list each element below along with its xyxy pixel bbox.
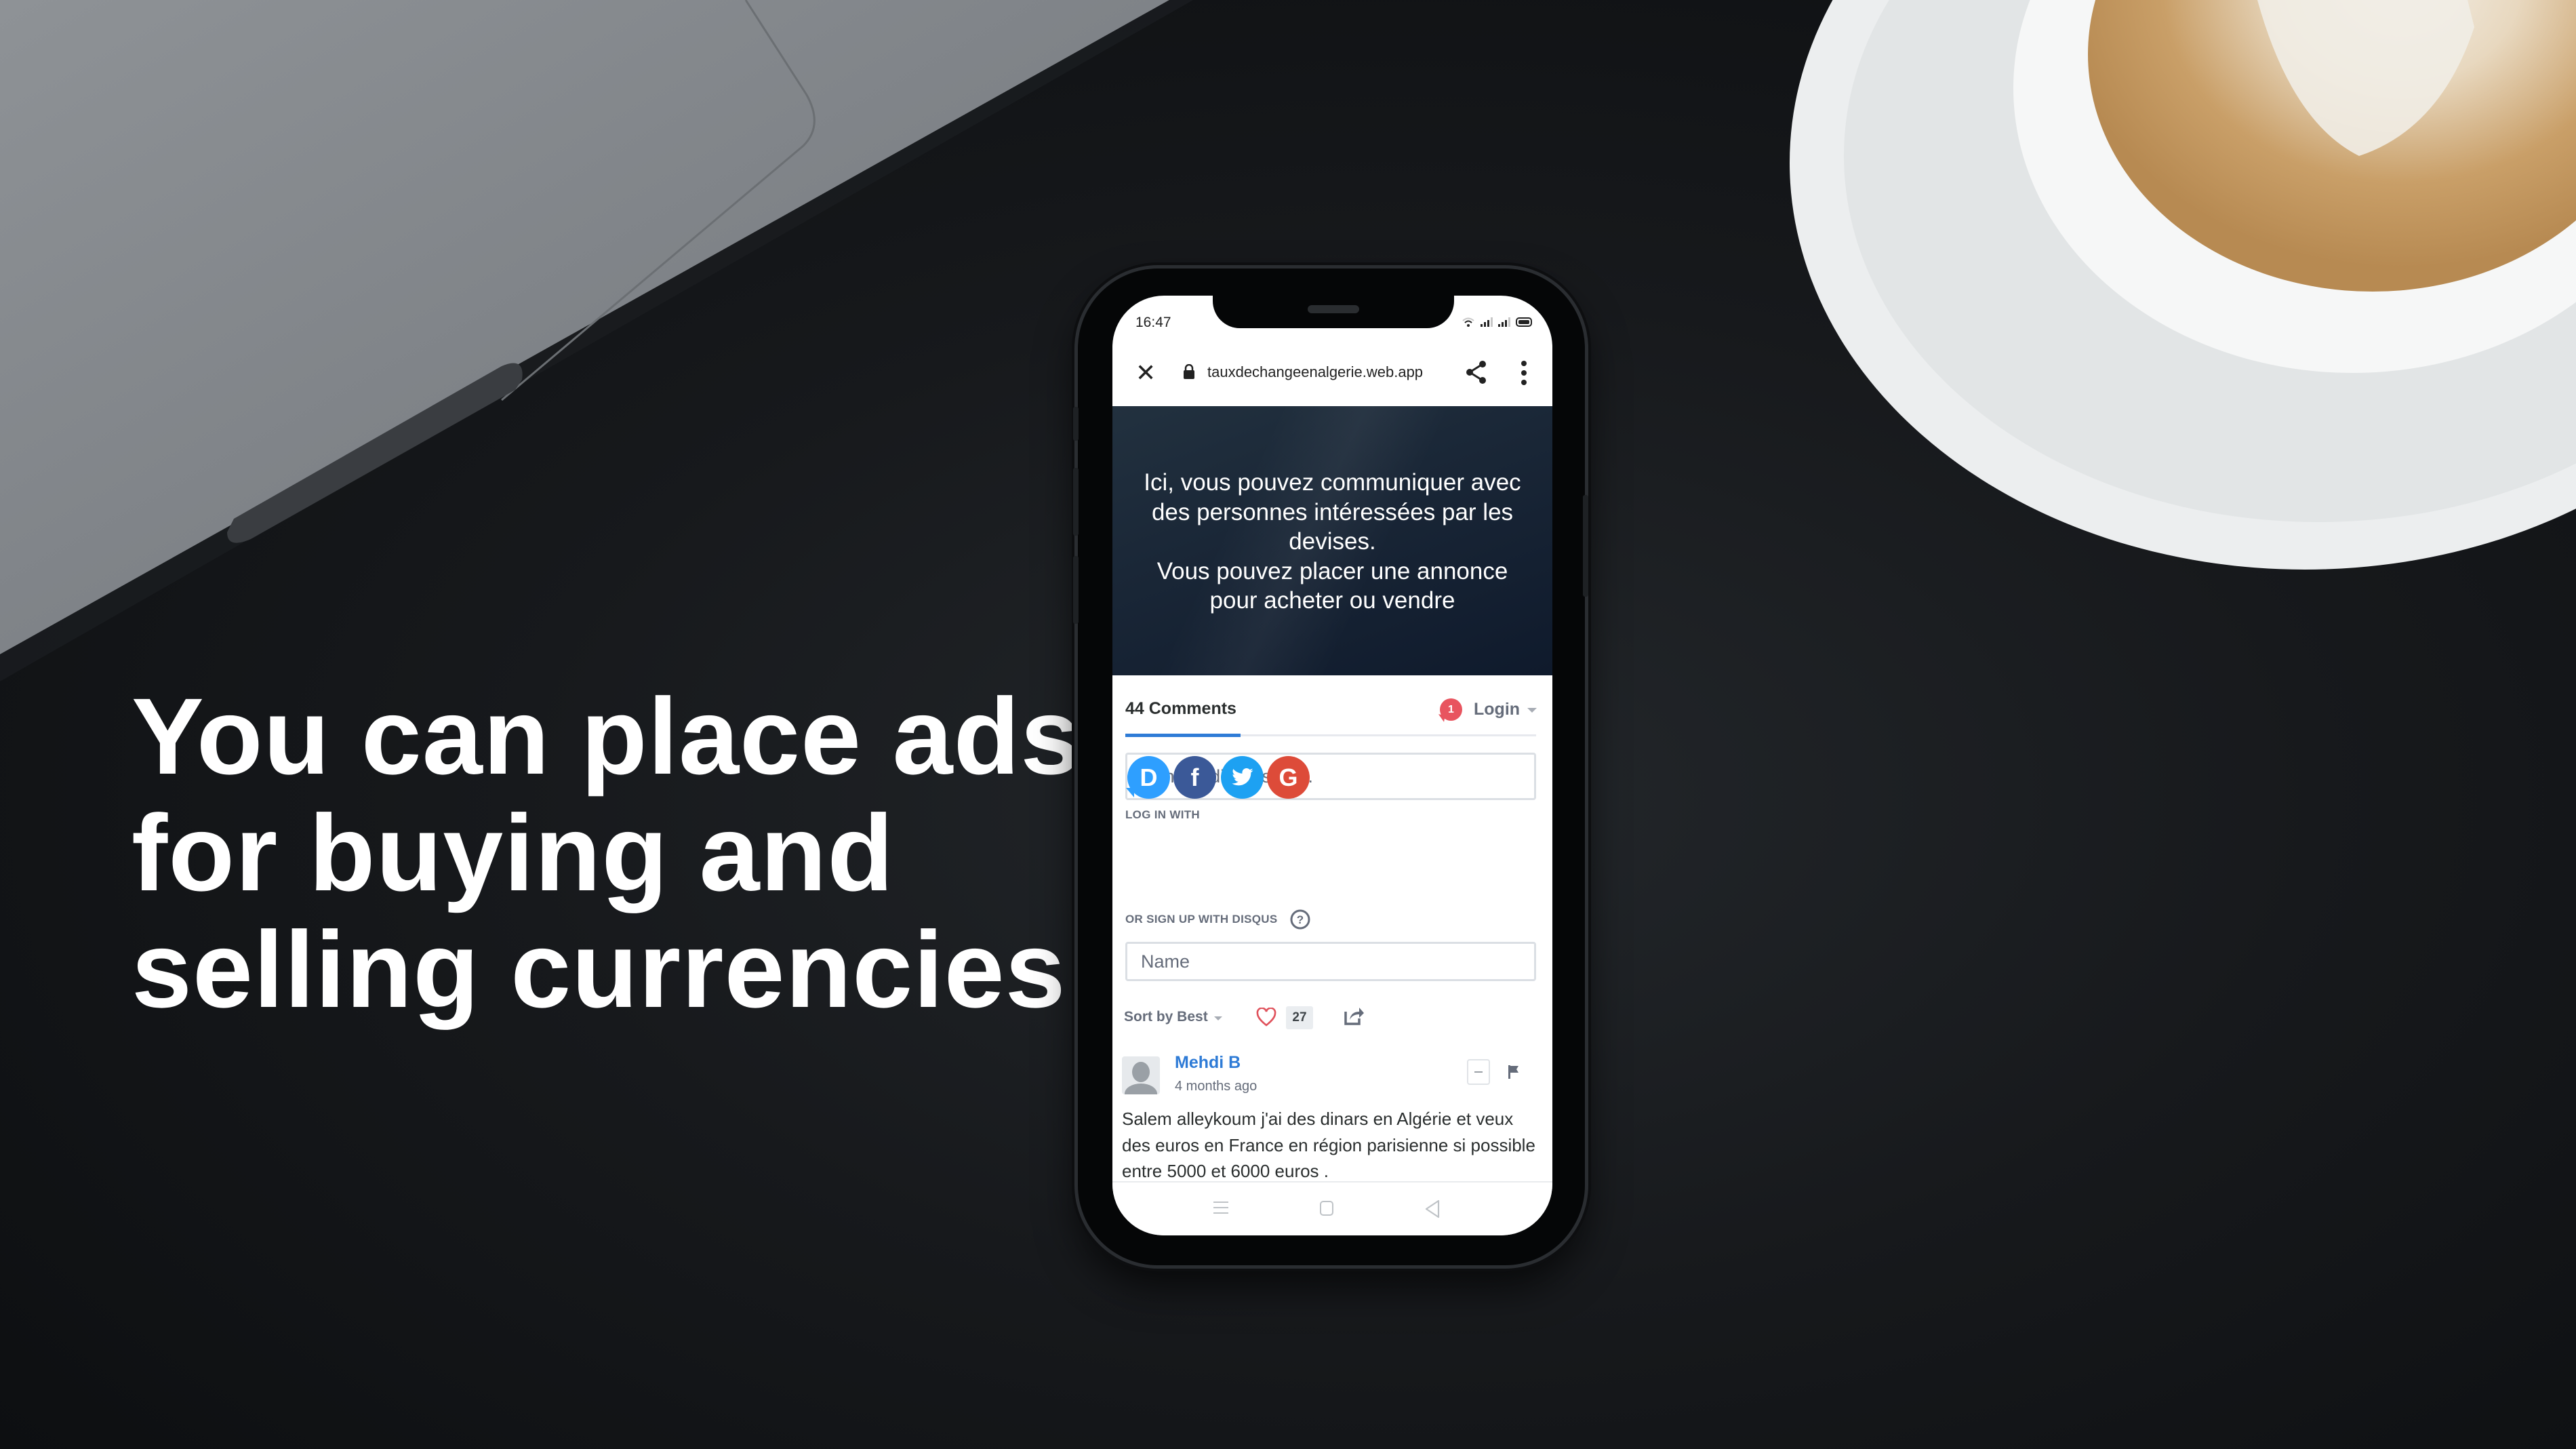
sort-dropdown[interactable]: Sort by Best [1124, 1009, 1208, 1025]
headline: You can place ads for buying and selling… [132, 678, 1081, 1028]
name-input[interactable]: Name [1125, 942, 1536, 981]
phone-speaker [1308, 305, 1359, 313]
flag-icon[interactable] [1508, 1065, 1520, 1079]
banner-line: Vous pouvez placer une annonce [1156, 557, 1508, 584]
headline-line: selling currencies [132, 909, 1066, 1030]
lock-icon [1184, 364, 1194, 379]
home-icon[interactable] [1320, 1201, 1333, 1216]
menu-icon[interactable] [1213, 1202, 1228, 1218]
comment-time[interactable]: 4 months ago [1175, 1079, 1257, 1094]
phone-screen: 16:47 ✕ tauxdechangeenalgerie.web.app Ic… [1112, 296, 1552, 1235]
phone-power-button [1583, 495, 1588, 597]
heart-icon[interactable] [1256, 1008, 1276, 1027]
banner-line: devises. [1289, 528, 1376, 555]
phone-volume-down-button [1073, 556, 1079, 624]
back-icon[interactable] [1424, 1199, 1441, 1218]
log-in-with-label: LOG IN WITH [1125, 808, 1201, 821]
collapse-button[interactable] [1467, 1059, 1490, 1085]
comment-text: Salem alleykoum j'ai des dinars en Algér… [1122, 1109, 1535, 1181]
login-button[interactable]: Login [1474, 700, 1520, 719]
avatar[interactable] [1122, 1056, 1160, 1094]
phone-side-button [1073, 407, 1079, 441]
banner-line: pour acheter ou vendre [1209, 587, 1455, 614]
disqus-bubble-tail [1126, 788, 1134, 797]
facebook-icon: f [1190, 763, 1199, 791]
sort-chevron-down-icon[interactable] [1214, 1016, 1222, 1020]
status-time: 16:47 [1135, 315, 1171, 330]
phone-notch [1213, 296, 1454, 328]
svg-text:?: ? [1297, 913, 1304, 926]
more-vertical-icon[interactable] [1519, 359, 1529, 386]
disqus-icon: D [1140, 763, 1158, 791]
hero-banner: Ici, vous pouvez communiquer avec des pe… [1112, 406, 1552, 675]
avatar-body [1125, 1084, 1157, 1094]
sign-up-label: OR SIGN UP WITH DISQUS [1125, 913, 1278, 926]
avatar-head [1132, 1062, 1150, 1082]
comment-author[interactable]: Mehdi B [1175, 1053, 1241, 1073]
phone-volume-up-button [1073, 468, 1079, 536]
url-text[interactable]: tauxdechangeenalgerie.web.app [1207, 363, 1423, 381]
signal-icon [1481, 317, 1493, 327]
signal-icon [1498, 317, 1510, 327]
help-icon[interactable]: ? [1289, 909, 1311, 930]
share-icon[interactable] [1464, 359, 1489, 385]
browser-url-bar: ✕ tauxdechangeenalgerie.web.app [1112, 350, 1552, 406]
google-icon: G [1279, 763, 1298, 791]
chevron-down-icon[interactable] [1527, 708, 1537, 713]
twitter-icon [1231, 768, 1253, 786]
wifi-icon [1462, 317, 1474, 327]
banner-text: Ici, vous pouvez communiquer avec des pe… [1112, 468, 1552, 616]
tab-comments[interactable]: 44 Comments [1125, 699, 1236, 719]
likes-count: 27 [1286, 1006, 1313, 1029]
tab-active-indicator [1125, 734, 1241, 737]
navigation-bar [1112, 1181, 1552, 1235]
close-icon[interactable]: ✕ [1135, 361, 1156, 385]
twitter-login-button[interactable] [1221, 756, 1264, 799]
banner-line: des personnes intéressées par les [1151, 498, 1514, 525]
headline-line: for buying and [132, 792, 895, 913]
notification-badge[interactable]: 1 [1440, 698, 1462, 721]
google-login-button[interactable]: G [1267, 756, 1310, 799]
share-out-icon[interactable] [1343, 1005, 1365, 1027]
battery-icon [1516, 317, 1532, 327]
headline-line: You can place ads [132, 675, 1082, 797]
status-icons [1462, 316, 1532, 327]
facebook-login-button[interactable]: f [1173, 756, 1216, 799]
disqus-login-button[interactable]: D [1126, 756, 1170, 799]
banner-line: Ici, vous pouvez communiquer avec [1144, 469, 1521, 496]
